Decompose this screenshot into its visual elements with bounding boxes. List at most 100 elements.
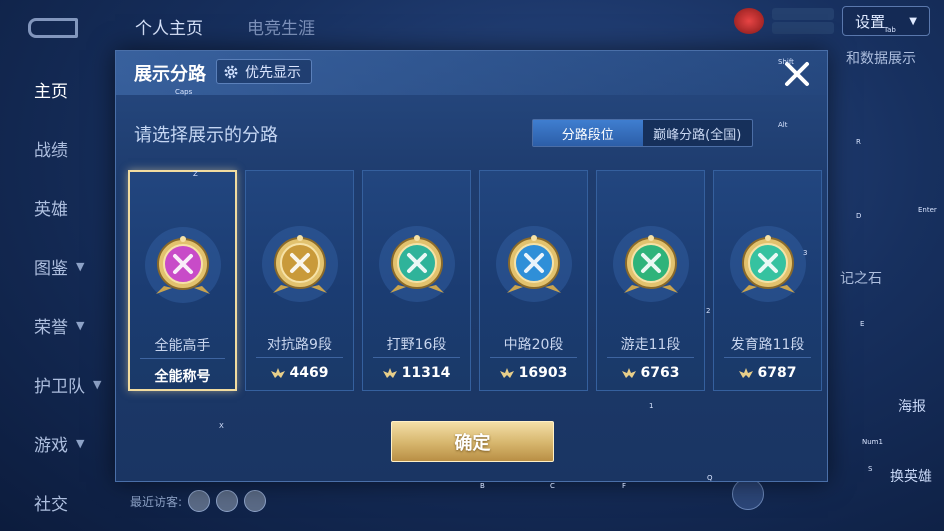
key-hint-3: 3 (803, 249, 808, 257)
key-hint-d: D (856, 212, 862, 220)
chevron-down-icon: ▼ (76, 260, 85, 273)
gear-icon (224, 65, 238, 78)
vip-badge-icon (734, 8, 764, 34)
lane-card-name: 中路20段 (503, 337, 564, 353)
lane-card-score-value: 11314 (401, 365, 451, 381)
settings-label: 设置 (855, 12, 886, 31)
avatar[interactable] (244, 490, 267, 512)
swap-hero-button[interactable]: 换英雄 (890, 466, 932, 486)
divider (256, 357, 343, 358)
sidebar-item-guard-team[interactable]: 护卫队 ▼ (0, 355, 112, 414)
chevron-down-icon: ▼ (76, 319, 85, 332)
sidebar-item-social[interactable]: 社交 (0, 473, 112, 531)
divider (373, 357, 460, 358)
lane-card-name: 打野16段 (386, 337, 447, 353)
stone-label: 记之石 (840, 271, 882, 287)
tab-personal-home[interactable]: 个人主页 (135, 14, 203, 39)
avatar[interactable] (216, 490, 239, 512)
lane-card-score-value: 4469 (289, 365, 329, 381)
power-wing-icon (621, 368, 636, 378)
lane-source-toggle: 分路段位 巅峰分路(全国) (532, 119, 753, 147)
lane-card[interactable]: 中路20段 16903 (479, 170, 588, 391)
confirm-label: 确定 (454, 432, 491, 454)
sidebar-item-label: 游戏 (34, 436, 68, 456)
lane-card-score: 4469 (246, 365, 353, 381)
clash-lane-emblem-icon (259, 223, 341, 305)
sidebar-item-record[interactable]: 战绩 (0, 119, 112, 178)
poster-button[interactable]: 海报 (898, 396, 926, 416)
currency-pills (772, 6, 834, 36)
key-hint-tab: Tab (884, 26, 896, 34)
sidebar-item-games[interactable]: 游戏 ▼ (0, 414, 112, 473)
divider (724, 357, 811, 358)
key-hint-shift: Shift (778, 58, 794, 66)
key-hint-enter: Enter (918, 206, 937, 214)
lane-card-score: 6787 (714, 365, 821, 381)
key-hint-e: E (860, 320, 865, 328)
lane-card-list: 全能高手 全能称号 对抗路9段 4469 打野16段 11314 中路20段 16903 游走1… (128, 170, 822, 391)
roam-emblem-icon (610, 223, 692, 305)
lane-card-score-value: 6763 (640, 365, 680, 381)
sidebar-item-label: 护卫队 (34, 377, 85, 397)
tab-esports-career[interactable]: 电竞生涯 (247, 14, 315, 39)
sidebar: 主页 战绩 英雄 图鉴 ▼ 荣誉 ▼ 护卫队 ▼ 游戏 ▼ 社交 (0, 60, 112, 531)
lane-card[interactable]: 对抗路9段 4469 (245, 170, 354, 391)
all-round-emblem-icon (142, 224, 224, 306)
power-wing-icon (738, 368, 753, 378)
lane-card[interactable]: 发育路11段 6787 (713, 170, 822, 391)
power-wing-icon (270, 368, 285, 378)
lane-card[interactable]: 打野16段 11314 (362, 170, 471, 391)
key-hint-num1: Num1 (862, 438, 883, 446)
key-hint-alt: Alt (778, 121, 788, 129)
lane-card-score-value: 16903 (518, 365, 568, 381)
chevron-down-icon: ▼ (76, 437, 85, 450)
power-wing-icon (382, 368, 397, 378)
data-display-link[interactable]: 和数据展示 (846, 48, 916, 68)
sidebar-item-label: 战绩 (34, 141, 68, 161)
sidebar-item-label: 荣誉 (34, 318, 68, 338)
confirm-button[interactable]: 确定 (391, 421, 554, 462)
sidebar-item-home[interactable]: 主页 (0, 60, 112, 119)
key-hint-z: Z (193, 170, 198, 178)
toggle-peak-lane[interactable]: 巅峰分路(全国) (643, 120, 753, 146)
sidebar-item-label: 主页 (34, 82, 68, 102)
toggle-lane-rank[interactable]: 分路段位 (533, 120, 643, 146)
recent-visitors: 最近访客: (130, 490, 267, 512)
key-hint-r: R (856, 138, 861, 146)
sidebar-item-label: 图鉴 (34, 259, 68, 279)
top-tabs: 个人主页 电竞生涯 (135, 14, 315, 39)
lane-card-score: 16903 (480, 365, 587, 381)
mid-lane-emblem-icon (493, 223, 575, 305)
key-hint-q: Q (707, 474, 713, 482)
lane-card-name: 游走11段 (620, 337, 681, 353)
key-hint-2: 2 (706, 307, 711, 315)
lane-card-score: 11314 (363, 365, 470, 381)
sidebar-item-heroes[interactable]: 英雄 (0, 178, 112, 237)
lane-card-name: 全能高手 (154, 338, 211, 354)
lane-card-badge: 全能称号 (154, 369, 211, 385)
lane-display-dialog: 展示分路 优先显示 请选择展示的分路 分路段位 巅峰分路(全国) 全能高手 全能称… (115, 50, 828, 482)
sidebar-item-label: 英雄 (34, 200, 68, 220)
sidebar-item-label: 社交 (34, 495, 68, 515)
poster-label: 海报 (898, 399, 926, 415)
top-right-bar: 设置 ▼ (734, 6, 930, 36)
play-icon[interactable] (732, 478, 764, 510)
priority-display-label: 优先显示 (245, 64, 301, 81)
dialog-title: 展示分路 (134, 64, 206, 85)
lane-card-name: 发育路11段 (730, 337, 805, 353)
back-logo-icon[interactable] (28, 18, 78, 38)
key-hint-s: S (868, 465, 873, 473)
sidebar-item-honor[interactable]: 荣誉 ▼ (0, 296, 112, 355)
key-hint-b: B (480, 482, 485, 490)
priority-display-button[interactable]: 优先显示 (216, 59, 312, 84)
key-hint-x: X (219, 422, 224, 430)
power-wing-icon (499, 368, 514, 378)
avatar[interactable] (188, 490, 211, 512)
lane-card[interactable]: 全能高手 全能称号 (128, 170, 237, 391)
chevron-down-icon: ▼ (909, 15, 917, 27)
sidebar-item-gallery[interactable]: 图鉴 ▼ (0, 237, 112, 296)
divider (140, 358, 225, 359)
chevron-down-icon: ▼ (93, 378, 102, 391)
lane-card[interactable]: 游走11段 6763 (596, 170, 705, 391)
key-hint-c: C (550, 482, 555, 490)
